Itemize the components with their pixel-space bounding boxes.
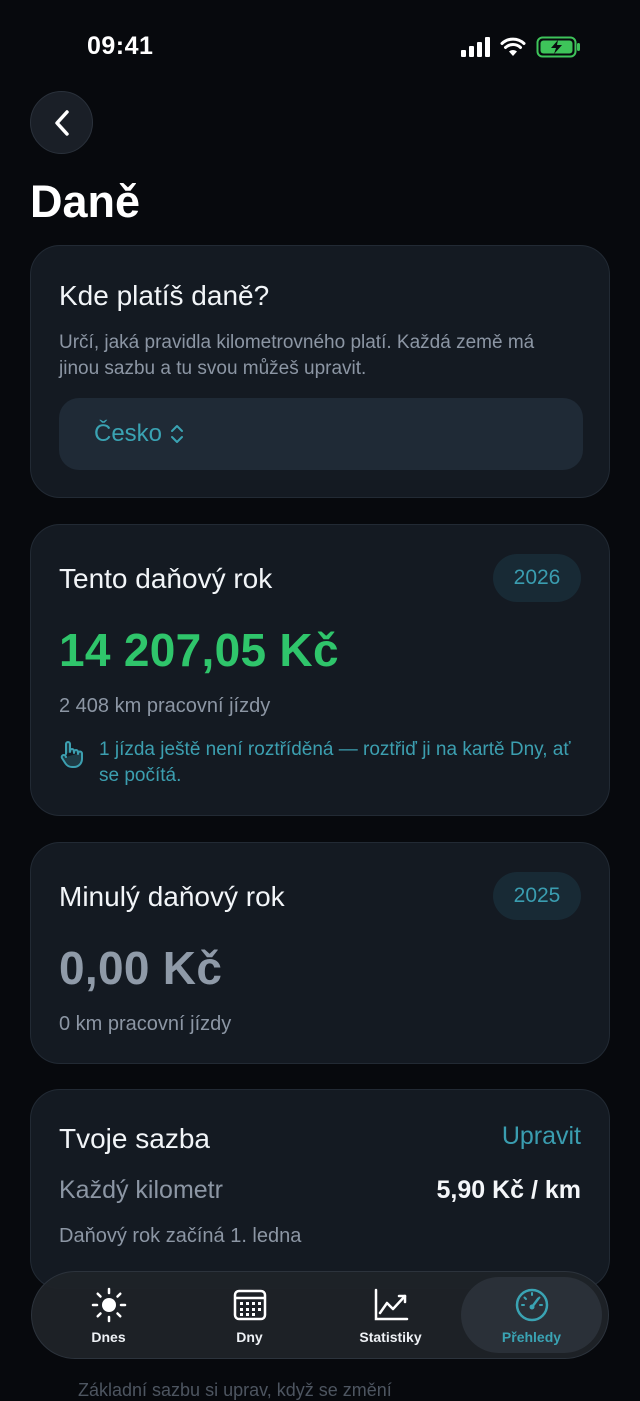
unsorted-trip-hint-text: 1 jízda ještě není roztříděná — roztřiď … xyxy=(99,739,571,786)
page-title: Daně xyxy=(30,176,141,227)
last-year-title: Minulý daňový rok xyxy=(59,881,285,912)
last-year-badge: 2025 xyxy=(493,872,581,920)
current-year-badge: 2026 xyxy=(493,554,581,602)
gauge-icon xyxy=(515,1288,548,1321)
rate-card-title: Tvoje sazba xyxy=(59,1123,210,1154)
last-tax-year-card: Minulý daňový rok 2025 0,00 Kč 0 km prac… xyxy=(30,842,610,1064)
rate-card: Tvoje sazba Upravit Každý kilometr 5,90 … xyxy=(30,1089,610,1289)
chevron-up-down-icon xyxy=(171,425,184,443)
status-icons xyxy=(461,36,582,58)
country-select-value: Česko xyxy=(94,420,163,447)
current-tax-year-card: Tento daňový rok 2026 14 207,05 Kč 2 408… xyxy=(30,524,610,816)
tab-prehledy-label: Přehledy xyxy=(501,1328,562,1345)
tab-statistiky-label: Statistiky xyxy=(359,1328,422,1345)
current-year-title: Tento daňový rok xyxy=(59,563,273,594)
last-year-amount: 0,00 Kč xyxy=(59,942,223,994)
wifi-icon xyxy=(500,37,526,56)
tab-dnes[interactable]: Dnes xyxy=(38,1277,179,1353)
signal-icon xyxy=(461,37,490,57)
rate-label: Každý kilometr xyxy=(59,1176,223,1204)
back-button[interactable] xyxy=(30,91,93,154)
tab-statistiky[interactable]: Statistiky xyxy=(320,1277,461,1353)
edit-rate-link[interactable]: Upravit xyxy=(502,1122,581,1151)
tab-dnes-label: Dnes xyxy=(91,1328,126,1345)
country-select[interactable]: Česko xyxy=(59,398,583,470)
country-card-title: Kde platíš daně? xyxy=(59,280,270,311)
current-year-amount: 14 207,05 Kč xyxy=(59,624,339,676)
sun-icon xyxy=(91,1287,126,1322)
country-card-description: Určí, jaká pravidla kilometrovného platí… xyxy=(59,332,535,379)
country-card: Kde platíš daně? Určí, jaká pravidla kil… xyxy=(30,245,610,498)
unsorted-trip-hint[interactable]: 1 jízda ještě není roztříděná — roztřiď … xyxy=(57,737,587,789)
calendar-icon xyxy=(233,1289,266,1320)
tab-prehledy[interactable]: Přehledy xyxy=(461,1277,602,1353)
tab-dny[interactable]: Dny xyxy=(179,1277,320,1353)
last-year-km: 0 km pracovní jízdy xyxy=(59,1013,232,1035)
tab-bar: Dnes Dny Statistiky Přehledy xyxy=(31,1271,609,1359)
current-year-km: 2 408 km pracovní jízdy xyxy=(59,695,271,717)
status-bar: 09:41 xyxy=(0,0,640,90)
hand-tap-icon xyxy=(60,741,83,768)
tab-dny-label: Dny xyxy=(236,1328,263,1345)
status-time: 09:41 xyxy=(87,32,154,60)
chart-icon xyxy=(374,1288,408,1320)
chevron-left-icon xyxy=(54,109,69,136)
battery-icon xyxy=(536,36,580,58)
tax-year-start: Daňový rok začíná 1. ledna xyxy=(59,1225,302,1247)
rate-value: 5,90 Kč / km xyxy=(436,1176,581,1204)
